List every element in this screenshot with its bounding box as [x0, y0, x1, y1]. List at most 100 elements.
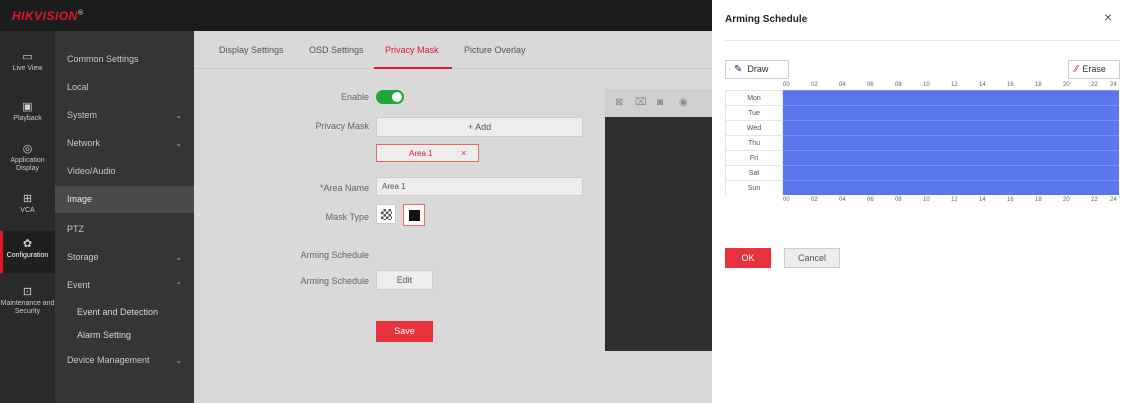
time-tick: 18 [1035, 197, 1042, 203]
dialog-title: Arming Schedule [725, 14, 808, 25]
chevron-down-icon: ⌄ [175, 139, 182, 148]
menu-item-local[interactable]: Local [55, 74, 194, 101]
time-tick: 14 [979, 82, 986, 88]
arming-schedule-dialog: Arming Schedule × ✎ Draw ⁄⁄ Erase 00 02 04 06… [712, 0, 1124, 403]
schedule-bar[interactable] [783, 120, 1119, 135]
tab-bar: Display Settings OSD Settings Privacy Ma… [194, 31, 712, 69]
time-tick: 00 [783, 197, 790, 203]
fullscreen-icon[interactable]: ⊠ [615, 97, 623, 108]
close-icon[interactable]: × [1104, 9, 1112, 25]
day-label: Mon [725, 90, 783, 105]
time-tick: 16 [1007, 197, 1014, 203]
day-label: Fri [725, 150, 783, 165]
delete-icon[interactable]: ⌧ [635, 97, 647, 108]
close-icon[interactable]: × [461, 148, 466, 158]
brand-logo: HIKVISION® [12, 9, 84, 23]
time-tick: 20 [1063, 82, 1070, 88]
chevron-down-icon: ⌄ [175, 356, 182, 365]
menu-item-event[interactable]: Event ⌃ [55, 272, 194, 299]
time-tick: 14 [979, 197, 986, 203]
time-tick: 06 [867, 197, 874, 203]
schedule-grid[interactable]: 00 02 04 06 08 10 12 14 16 18 20 22 24 Mon Tue Wed Thu F… [725, 82, 1119, 206]
cancel-button[interactable]: Cancel [784, 248, 840, 268]
mosaic-mask-option[interactable] [376, 204, 396, 224]
chevron-up-icon: ⌃ [175, 281, 182, 290]
time-tick: 10 [923, 197, 930, 203]
arming-schedule-header: Arming Schedule [300, 250, 369, 260]
day-label: Sun [725, 180, 783, 195]
top-bar: HIKVISION® [0, 0, 712, 31]
rail-item-maintenance[interactable]: ⊡ Maintenance and Security [0, 286, 55, 316]
camera-icon[interactable]: ◙ [657, 97, 663, 108]
rail-item-configuration[interactable]: ✿ Configuration [0, 231, 55, 273]
tab-picture-overlay[interactable]: Picture Overlay [464, 45, 526, 55]
grid-icon: ⊞ [22, 193, 33, 205]
edit-schedule-button[interactable]: Edit [376, 270, 433, 290]
day-label: Tue [725, 105, 783, 120]
enable-label: Enable [340, 92, 369, 102]
time-tick: 10 [923, 82, 930, 88]
arming-schedule-label: Arming Schedule [300, 276, 369, 286]
record-icon[interactable]: ◉ [679, 97, 688, 108]
time-tick: 24 [1110, 197, 1117, 203]
menu-item-system[interactable]: System ⌄ [55, 102, 194, 129]
menu-item-network[interactable]: Network ⌄ [55, 130, 194, 157]
area-tag-label: Area 1 [409, 149, 433, 158]
brush-icon: ✎ [734, 64, 743, 75]
erase-button[interactable]: ⁄⁄ Erase [1068, 60, 1120, 79]
area-tag[interactable]: Area 1 × [376, 144, 479, 162]
time-tick: 12 [951, 82, 958, 88]
time-tick: 02 [811, 197, 818, 203]
solid-mask-option[interactable] [403, 204, 425, 226]
time-tick: 22 [1091, 82, 1098, 88]
time-tick: 24 [1110, 82, 1117, 88]
add-area-button[interactable]: + Add [376, 117, 583, 137]
tab-privacy-mask[interactable]: Privacy Mask [385, 45, 439, 55]
menu-item-alarm-setting[interactable]: Alarm Setting [55, 322, 194, 349]
eraser-icon: ⁄⁄ [1075, 64, 1079, 75]
area-name-input[interactable]: Area 1 [376, 177, 583, 196]
schedule-bar[interactable] [783, 150, 1119, 165]
time-tick: 08 [895, 197, 902, 203]
menu-item-image[interactable]: Image [55, 186, 194, 213]
tab-osd-settings[interactable]: OSD Settings [309, 45, 364, 55]
schedule-bar[interactable] [783, 135, 1119, 150]
icon-rail: ▭ Live View ▣ Playback ◎ Application Dis… [0, 31, 55, 403]
time-tick: 06 [867, 82, 874, 88]
enable-toggle[interactable] [376, 90, 404, 104]
application-icon: ◎ [22, 143, 33, 155]
schedule-bar[interactable] [783, 165, 1119, 180]
time-tick: 16 [1007, 82, 1014, 88]
schedule-bar[interactable] [783, 90, 1119, 105]
time-tick: 08 [895, 82, 902, 88]
menu-item-storage[interactable]: Storage ⌄ [55, 244, 194, 271]
schedule-bar[interactable] [783, 105, 1119, 120]
gear-icon: ✿ [22, 238, 33, 250]
menu-item-ptz[interactable]: PTZ [55, 216, 194, 243]
rail-item-application-display[interactable]: ◎ Application Display [0, 143, 55, 173]
menu-item-video-audio[interactable]: Video/Audio [55, 158, 194, 185]
draw-button[interactable]: ✎ Draw [725, 60, 789, 79]
day-label: Thu [725, 135, 783, 150]
time-tick: 02 [811, 82, 818, 88]
menu-item-device-management[interactable]: Device Management ⌄ [55, 347, 194, 374]
time-tick: 04 [839, 82, 846, 88]
menu-item-common-settings[interactable]: Common Settings [55, 46, 194, 73]
time-tick: 18 [1035, 82, 1042, 88]
ok-button[interactable]: OK [725, 248, 771, 268]
schedule-bar[interactable] [783, 180, 1119, 195]
mosaic-icon [381, 209, 392, 220]
tab-display-settings[interactable]: Display Settings [219, 45, 284, 55]
day-label: Wed [725, 120, 783, 135]
time-tick: 20 [1063, 197, 1070, 203]
rail-item-live-view[interactable]: ▭ Live View [0, 51, 55, 73]
chevron-down-icon: ⌄ [175, 253, 182, 262]
monitor-icon: ▭ [22, 51, 33, 63]
time-tick: 04 [839, 197, 846, 203]
save-button[interactable]: Save [376, 321, 433, 342]
video-preview[interactable] [605, 117, 712, 351]
mask-type-label: Mask Type [325, 212, 369, 222]
time-tick: 00 [783, 82, 790, 88]
rail-item-vca[interactable]: ⊞ VCA [0, 193, 55, 215]
rail-item-playback[interactable]: ▣ Playback [0, 101, 55, 123]
